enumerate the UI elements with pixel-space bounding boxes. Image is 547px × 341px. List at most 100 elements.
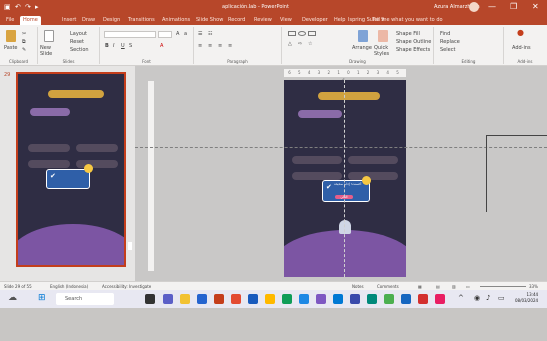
copy-icon[interactable]: ⧉ — [22, 39, 26, 45]
justify-icon[interactable]: ≡ — [228, 43, 232, 49]
edge-icon[interactable] — [333, 294, 343, 304]
tab-transitions[interactable]: Transitions — [128, 17, 155, 23]
present-icon[interactable]: ▸ — [35, 3, 39, 11]
bullets-icon[interactable]: ☰ — [198, 31, 202, 37]
restore-icon[interactable]: ❐ — [510, 2, 517, 11]
numbering-icon[interactable]: ☷ — [208, 31, 212, 37]
undo-icon[interactable]: ↶ — [15, 3, 21, 11]
shape-effects-button[interactable]: Shape Effects — [396, 47, 430, 53]
tab-record[interactable]: Record — [228, 17, 245, 23]
add-ins-icon[interactable]: ● — [517, 29, 524, 37]
tray-chevron-icon[interactable]: ^ — [458, 294, 464, 302]
slideshow-icon[interactable]: ▭ — [466, 284, 470, 289]
new-slide-button[interactable]: New Slide — [40, 45, 62, 57]
volume-icon[interactable]: ♪ — [486, 294, 490, 302]
arrange-icon[interactable] — [358, 30, 368, 42]
title-pill[interactable] — [318, 92, 380, 100]
underline-icon[interactable]: U — [121, 43, 125, 49]
triangle-shape-icon[interactable]: △ — [288, 41, 292, 47]
align-center-icon[interactable]: ≡ — [208, 43, 212, 49]
tab-slide-show[interactable]: Slide Show — [196, 17, 223, 23]
accessibility-status[interactable]: Accessibility: Investigate — [102, 284, 151, 289]
zoom-level[interactable]: 33% — [529, 284, 538, 289]
wifi-icon[interactable]: ◉ — [474, 294, 480, 302]
app-icon-2[interactable] — [282, 294, 292, 304]
quick-styles-icon[interactable] — [378, 30, 388, 42]
format-painter-icon[interactable]: ✎ — [22, 47, 26, 53]
textbox-shape-icon[interactable] — [308, 31, 316, 36]
word-icon[interactable] — [248, 294, 258, 304]
comments-button[interactable]: Comments — [377, 284, 399, 289]
tab-insert[interactable]: Insert — [62, 17, 76, 23]
app-icon-7[interactable] — [384, 294, 394, 304]
strikethrough-icon[interactable]: S — [129, 43, 132, 49]
app-icon-5[interactable] — [350, 294, 360, 304]
reading-view-icon[interactable]: ▥ — [452, 284, 456, 289]
app-icon[interactable] — [265, 294, 275, 304]
shape-fill-button[interactable]: Shape Fill — [396, 31, 420, 37]
clock[interactable]: 13:44 08/03/2024 — [515, 292, 538, 304]
paste-button[interactable]: Paste — [4, 45, 18, 51]
app-icon-4[interactable] — [316, 294, 326, 304]
bold-icon[interactable]: B — [105, 43, 109, 49]
italic-icon[interactable]: I — [113, 43, 114, 49]
tab-developer[interactable]: Developer — [302, 17, 328, 23]
task-view-icon[interactable] — [145, 294, 155, 304]
zoom-slider[interactable] — [480, 286, 526, 287]
notes-button[interactable]: Notes — [352, 284, 364, 289]
chrome-icon[interactable] — [231, 294, 241, 304]
arrow-shape-icon[interactable]: ⇨ — [298, 41, 302, 47]
cut-icon[interactable]: ✂ — [22, 31, 26, 37]
align-left-icon[interactable]: ≡ — [198, 43, 202, 49]
reset-button[interactable]: Reset — [70, 39, 84, 45]
select-button[interactable]: Select — [440, 47, 455, 53]
oval-shape-icon[interactable] — [298, 31, 306, 36]
scroll-thumb[interactable] — [128, 242, 132, 250]
add-ins-button[interactable]: Add-ins — [512, 45, 531, 51]
tab-view[interactable]: View — [280, 17, 292, 23]
find-button[interactable]: Find — [440, 31, 450, 37]
tell-me-search[interactable]: Tell me what you want to do — [372, 17, 443, 23]
section-button[interactable]: Section — [70, 47, 89, 53]
option-pill-1[interactable] — [292, 156, 342, 164]
option-pill-2[interactable] — [348, 156, 398, 164]
slide-canvas[interactable]: ✔ أحسنت! إجابة صحيحة التالي — [284, 80, 406, 277]
layout-button[interactable]: Layout — [70, 31, 87, 37]
app-icon-8[interactable] — [401, 294, 411, 304]
new-slide-icon[interactable] — [44, 30, 54, 42]
start-icon[interactable]: ⊞ — [38, 293, 46, 303]
font-color-icon[interactable]: A — [160, 43, 163, 49]
tab-review[interactable]: Review — [254, 17, 272, 23]
thumbnail-scrollbar[interactable] — [127, 136, 133, 341]
pdf-icon[interactable] — [418, 294, 428, 304]
font-name-dropdown[interactable] — [104, 31, 156, 38]
redo-icon[interactable]: ↷ — [25, 3, 31, 11]
align-right-icon[interactable]: ≡ — [218, 43, 222, 49]
tab-help[interactable]: Help — [334, 17, 345, 23]
font-size-dropdown[interactable] — [158, 31, 172, 38]
paste-icon[interactable] — [6, 30, 16, 42]
app-icon-6[interactable] — [367, 294, 377, 304]
rectangle-shape-icon[interactable] — [288, 31, 296, 36]
normal-view-icon[interactable]: ▦ — [418, 284, 422, 289]
option-pill-3[interactable] — [292, 172, 342, 180]
quick-styles-button[interactable]: Quick Styles — [374, 45, 394, 57]
tab-home[interactable]: Home — [20, 16, 41, 25]
slide-sorter-icon[interactable]: ▤ — [436, 284, 440, 289]
shape-outline-button[interactable]: Shape Outline — [396, 39, 431, 45]
arrange-button[interactable]: Arrange — [352, 45, 372, 51]
file-explorer-icon[interactable] — [180, 294, 190, 304]
slide-thumbnail[interactable]: ✔ — [16, 72, 126, 267]
close-icon[interactable]: ✕ — [532, 2, 539, 11]
tab-animations[interactable]: Animations — [162, 17, 190, 23]
battery-icon[interactable]: ▭ — [498, 294, 505, 302]
chat-icon[interactable] — [163, 294, 173, 304]
app-icon-3[interactable] — [299, 294, 309, 304]
taskbar-search[interactable]: Search — [56, 293, 114, 305]
tab-draw[interactable]: Draw — [82, 17, 95, 23]
powerpoint-icon[interactable] — [214, 294, 224, 304]
tab-design[interactable]: Design — [103, 17, 120, 23]
option-pill-4[interactable] — [348, 172, 398, 180]
connector-line[interactable] — [486, 135, 547, 212]
minimize-icon[interactable]: — — [488, 2, 496, 11]
